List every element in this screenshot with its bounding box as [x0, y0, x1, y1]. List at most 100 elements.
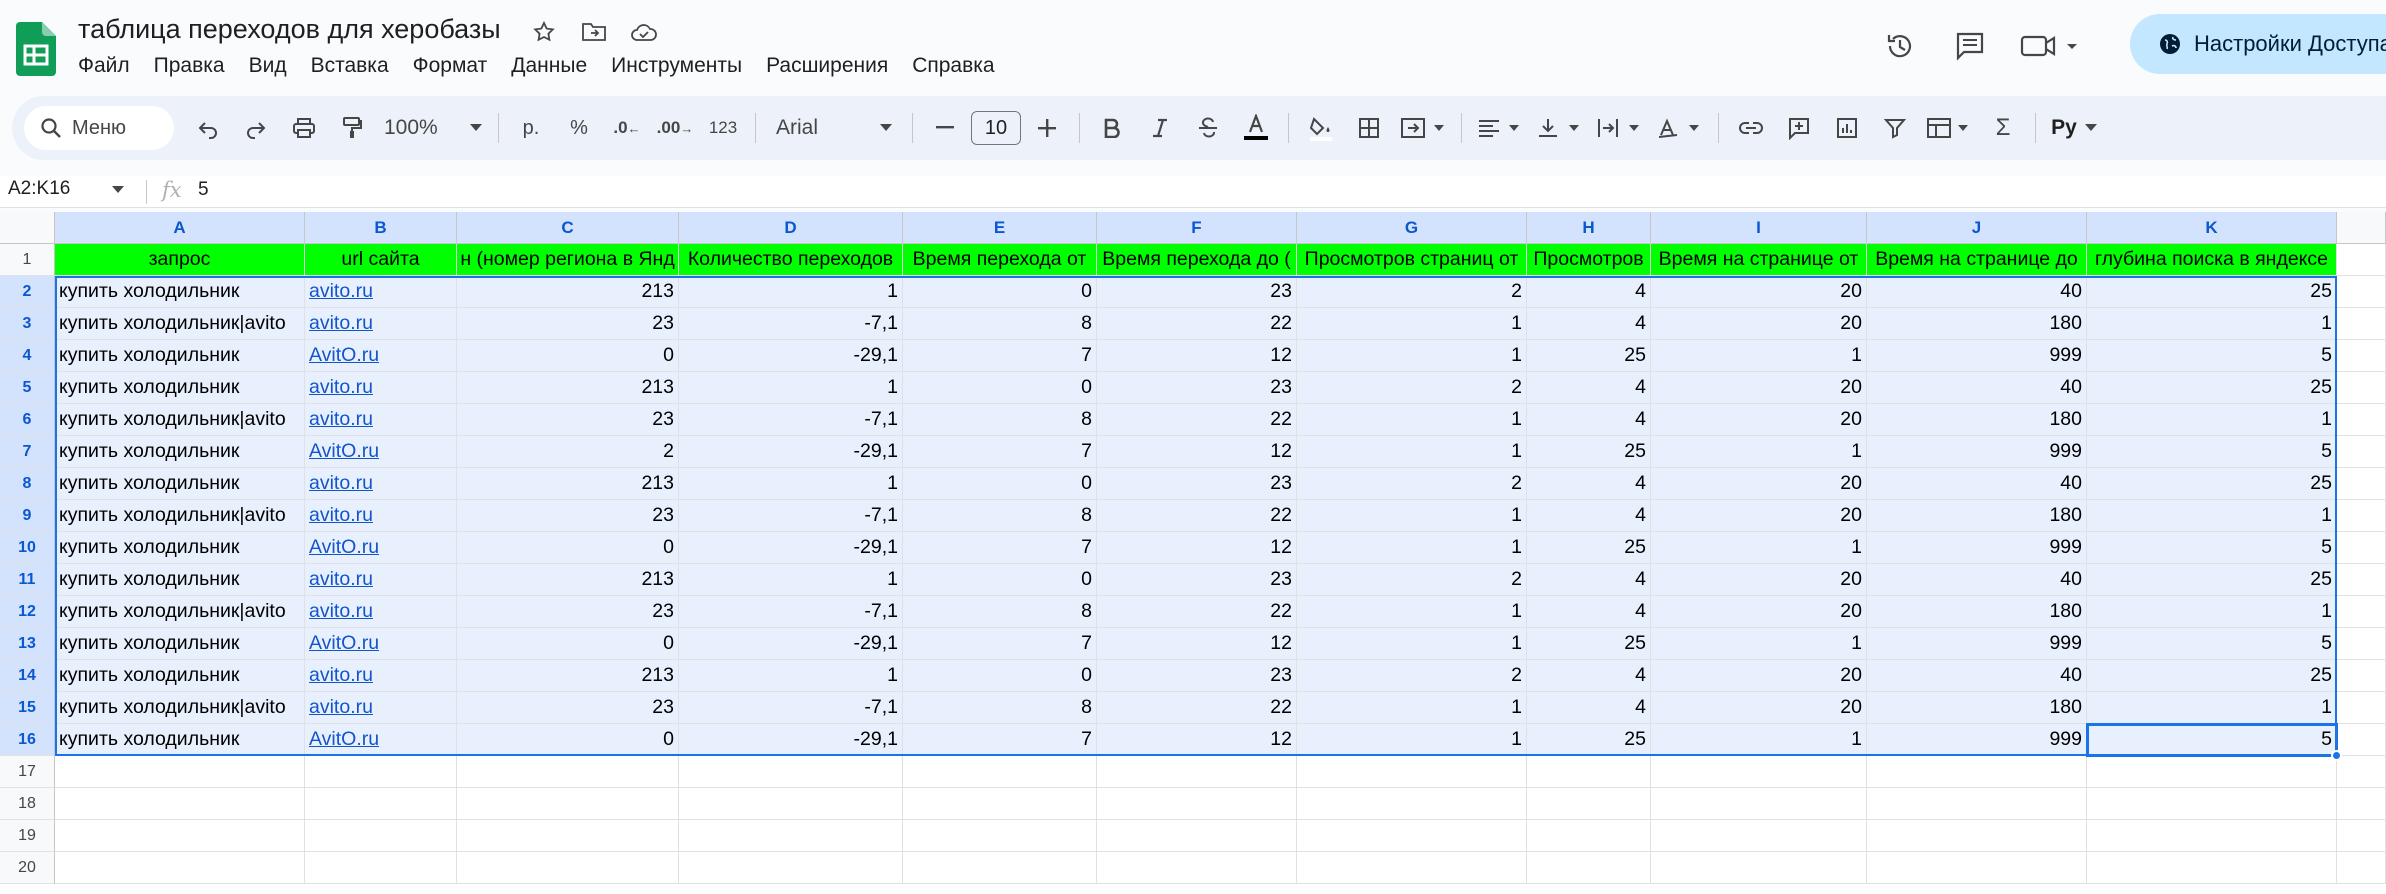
cell[interactable] — [1651, 852, 1867, 884]
cell[interactable]: 180 — [1867, 692, 2087, 724]
cell[interactable]: 23 — [457, 308, 679, 340]
cell[interactable]: 40 — [1867, 468, 2087, 500]
url-link[interactable]: avito.ru — [305, 500, 457, 532]
url-link[interactable]: AvitO.ru — [305, 724, 457, 756]
row-header[interactable]: 18 — [0, 788, 55, 820]
cell[interactable]: 1 — [1651, 532, 1867, 564]
meet-icon[interactable] — [2016, 24, 2086, 68]
url-link[interactable]: avito.ru — [305, 596, 457, 628]
cell[interactable] — [903, 756, 1097, 788]
cell[interactable]: 23 — [1097, 564, 1297, 596]
cell[interactable]: 20 — [1651, 564, 1867, 596]
borders-icon[interactable] — [1347, 106, 1391, 150]
cell[interactable]: 1 — [1297, 628, 1527, 660]
cell[interactable] — [1527, 820, 1651, 852]
cell[interactable]: 25 — [2087, 276, 2337, 308]
cell[interactable]: 1 — [1297, 436, 1527, 468]
cell[interactable]: 1 — [679, 660, 903, 692]
cell[interactable]: 0 — [903, 468, 1097, 500]
cell[interactable] — [1097, 820, 1297, 852]
cell[interactable]: -7,1 — [679, 500, 903, 532]
cell[interactable]: 0 — [903, 276, 1097, 308]
font-select[interactable]: Arial — [766, 106, 902, 150]
cell[interactable]: 1 — [679, 372, 903, 404]
text-rotation-icon[interactable] — [1652, 106, 1708, 150]
cell[interactable]: 180 — [1867, 308, 2087, 340]
cell[interactable]: 20 — [1651, 692, 1867, 724]
font-size-input[interactable]: 10 — [971, 111, 1021, 145]
cell[interactable]: 20 — [1651, 500, 1867, 532]
url-link[interactable]: avito.ru — [305, 308, 457, 340]
cell[interactable] — [1297, 852, 1527, 884]
row-header[interactable]: 6 — [0, 404, 55, 436]
cell[interactable] — [457, 852, 679, 884]
input-tools-button[interactable]: Pу — [2046, 106, 2102, 150]
cell[interactable] — [305, 756, 457, 788]
paint-format-icon[interactable] — [330, 106, 374, 150]
move-folder-icon[interactable] — [578, 16, 610, 48]
column-header-f[interactable]: F — [1097, 212, 1297, 244]
header-cell[interactable]: Время перехода до ( — [1097, 244, 1297, 276]
cell[interactable]: 20 — [1651, 308, 1867, 340]
menu-item[interactable]: Вид — [237, 52, 299, 80]
cell[interactable]: 1 — [2087, 308, 2337, 340]
text-wrapping-icon[interactable] — [1592, 106, 1648, 150]
header-cell[interactable]: Время на странице от — [1651, 244, 1867, 276]
cell[interactable]: 999 — [1867, 532, 2087, 564]
row-header[interactable]: 3 — [0, 308, 55, 340]
fill-handle[interactable] — [2331, 750, 2342, 761]
cell[interactable]: 1 — [2087, 692, 2337, 724]
merge-cells-icon[interactable] — [1395, 106, 1451, 150]
header-cell[interactable]: Количество переходов — [679, 244, 903, 276]
increase-font-size-icon[interactable] — [1025, 106, 1069, 150]
print-icon[interactable] — [282, 106, 326, 150]
cell[interactable]: 4 — [1527, 500, 1651, 532]
row-header[interactable]: 15 — [0, 692, 55, 724]
cell[interactable]: 999 — [1867, 628, 2087, 660]
cell[interactable]: -29,1 — [679, 628, 903, 660]
cell[interactable]: купить холодильник — [55, 724, 305, 756]
row-header[interactable]: 19 — [0, 820, 55, 852]
menu-item[interactable]: Справка — [900, 52, 1006, 80]
column-header-b[interactable]: B — [305, 212, 457, 244]
cell[interactable]: 1 — [1297, 308, 1527, 340]
header-cell[interactable]: глубина поиска в яндексе — [2087, 244, 2337, 276]
cell[interactable] — [1651, 788, 1867, 820]
cell[interactable]: 180 — [1867, 500, 2087, 532]
column-header-e[interactable]: E — [903, 212, 1097, 244]
cell[interactable]: купить холодильник — [55, 276, 305, 308]
url-link[interactable]: avito.ru — [305, 276, 457, 308]
row-header[interactable]: 4 — [0, 340, 55, 372]
url-link[interactable]: avito.ru — [305, 564, 457, 596]
cell[interactable] — [1867, 852, 2087, 884]
cell[interactable]: 1 — [1651, 628, 1867, 660]
row-header[interactable]: 16 — [0, 724, 55, 756]
cell[interactable] — [1527, 788, 1651, 820]
cell[interactable] — [457, 820, 679, 852]
cell[interactable]: 0 — [457, 628, 679, 660]
row-header[interactable]: 8 — [0, 468, 55, 500]
cell[interactable]: 23 — [457, 596, 679, 628]
cell[interactable] — [457, 788, 679, 820]
cell[interactable]: 1 — [1297, 340, 1527, 372]
cell[interactable]: купить холодильник — [55, 340, 305, 372]
share-button[interactable]: Настройки Доступа — [2130, 14, 2386, 74]
select-all-corner[interactable] — [0, 212, 55, 244]
cell[interactable]: 5 — [2087, 340, 2337, 372]
cell[interactable]: -29,1 — [679, 724, 903, 756]
cell[interactable]: 25 — [2087, 372, 2337, 404]
cell[interactable]: 7 — [903, 436, 1097, 468]
cell[interactable] — [1097, 852, 1297, 884]
row-header[interactable]: 5 — [0, 372, 55, 404]
cell[interactable]: 0 — [457, 724, 679, 756]
cell[interactable]: 2 — [1297, 468, 1527, 500]
cell[interactable]: 20 — [1651, 276, 1867, 308]
cell[interactable]: 1 — [2087, 500, 2337, 532]
vertical-align-icon[interactable] — [1532, 106, 1588, 150]
cell[interactable]: 40 — [1867, 372, 2087, 404]
cell[interactable] — [903, 852, 1097, 884]
cell[interactable]: 213 — [457, 372, 679, 404]
cell[interactable]: 4 — [1527, 596, 1651, 628]
cell[interactable] — [2087, 852, 2337, 884]
cell[interactable]: 180 — [1867, 404, 2087, 436]
